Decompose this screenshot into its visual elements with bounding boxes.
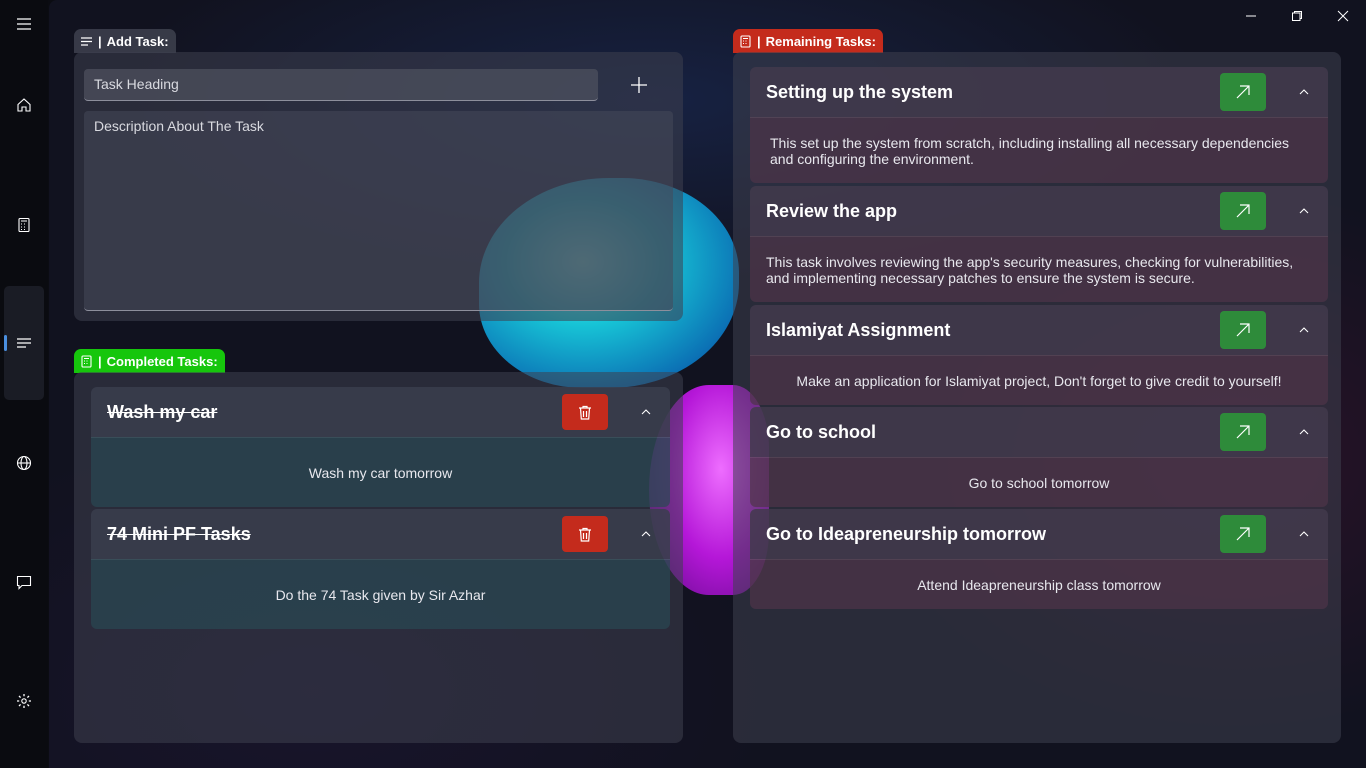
task-description: Do the 74 Task given by Sir Azhar [91, 559, 670, 629]
calculator-icon[interactable] [4, 205, 44, 245]
arrow-up-right-icon [1236, 527, 1250, 541]
remaining-task-card: Setting up the system This set up the sy… [750, 67, 1328, 183]
task-description: Go to school tomorrow [750, 457, 1328, 507]
task-title: Wash my car [107, 401, 218, 422]
complete-button[interactable] [1220, 413, 1266, 451]
task-description: Wash my car tomorrow [91, 437, 670, 507]
trash-icon [579, 527, 591, 542]
task-description: This set up the system from scratch, inc… [750, 117, 1328, 183]
task-description-input[interactable]: Description About The Task [84, 111, 673, 311]
home-icon[interactable] [4, 85, 44, 125]
task-description: Make an application for Islamiyat projec… [750, 355, 1328, 405]
completed-tasks-label: Completed Tasks: [106, 353, 218, 369]
task-title: Review the app [766, 200, 898, 221]
complete-button[interactable] [1220, 311, 1266, 349]
chevron-up-icon[interactable] [636, 524, 656, 544]
arrow-up-right-icon [1236, 323, 1250, 337]
hamburger-icon[interactable] [4, 4, 44, 44]
chevron-up-icon[interactable] [636, 402, 656, 422]
delete-button[interactable] [562, 394, 608, 430]
calculator-icon [740, 34, 751, 48]
tasks-icon[interactable] [4, 286, 44, 400]
add-task-tag: | Add Task: [74, 29, 176, 53]
task-heading-input[interactable]: Task Heading [84, 69, 598, 101]
globe-icon[interactable] [4, 443, 44, 483]
calculator-icon [81, 354, 92, 368]
chevron-up-icon[interactable] [1294, 82, 1314, 102]
chat-icon[interactable] [4, 562, 44, 602]
completed-task-card: Wash my car Wash my car tomorrow [91, 387, 670, 507]
task-title: 74 Mini PF Tasks [107, 523, 251, 544]
remaining-tasks-label: Remaining Tasks: [765, 33, 876, 49]
task-description: Attend Ideapreneurship class tomorrow [750, 559, 1328, 609]
remaining-task-card: Islamiyat Assignment Make an application… [750, 305, 1328, 405]
task-description: This task involves reviewing the app's s… [750, 236, 1328, 302]
arrow-up-right-icon [1236, 204, 1250, 218]
chevron-up-icon[interactable] [1294, 524, 1314, 544]
add-task-label: Add Task: [106, 33, 169, 49]
task-title: Islamiyat Assignment [766, 319, 951, 340]
chevron-up-icon[interactable] [1294, 320, 1314, 340]
trash-icon [579, 405, 591, 420]
complete-button[interactable] [1220, 515, 1266, 553]
completed-tasks-tag: | Completed Tasks: [74, 349, 225, 373]
completed-task-card: 74 Mini PF Tasks Do the 74 Task given by… [91, 509, 670, 629]
restore-icon[interactable] [1274, 0, 1320, 32]
minimize-icon[interactable] [1228, 0, 1274, 32]
task-title: Setting up the system [766, 81, 954, 102]
settings-icon[interactable] [4, 681, 44, 721]
chevron-up-icon[interactable] [1294, 422, 1314, 442]
delete-button[interactable] [562, 516, 608, 552]
remaining-task-card: Review the app This task involves review… [750, 186, 1328, 302]
remaining-tasks-tag: | Remaining Tasks: [733, 29, 883, 53]
task-title: Go to school [766, 421, 876, 442]
task-title: Go to Ideapreneurship tomorrow [766, 523, 1047, 544]
chevron-up-icon[interactable] [1294, 201, 1314, 221]
remaining-task-card: Go to school Go to school tomorrow [750, 407, 1328, 507]
close-icon[interactable] [1320, 0, 1366, 32]
complete-button[interactable] [1220, 192, 1266, 230]
nav-sidebar [0, 0, 48, 768]
plus-icon[interactable] [622, 70, 656, 100]
arrow-up-right-icon [1236, 425, 1250, 439]
tasks-icon [81, 36, 92, 46]
arrow-up-right-icon [1236, 85, 1250, 99]
complete-button[interactable] [1220, 73, 1266, 111]
remaining-task-card: Go to Ideapreneurship tomorrow Attend Id… [750, 509, 1328, 609]
